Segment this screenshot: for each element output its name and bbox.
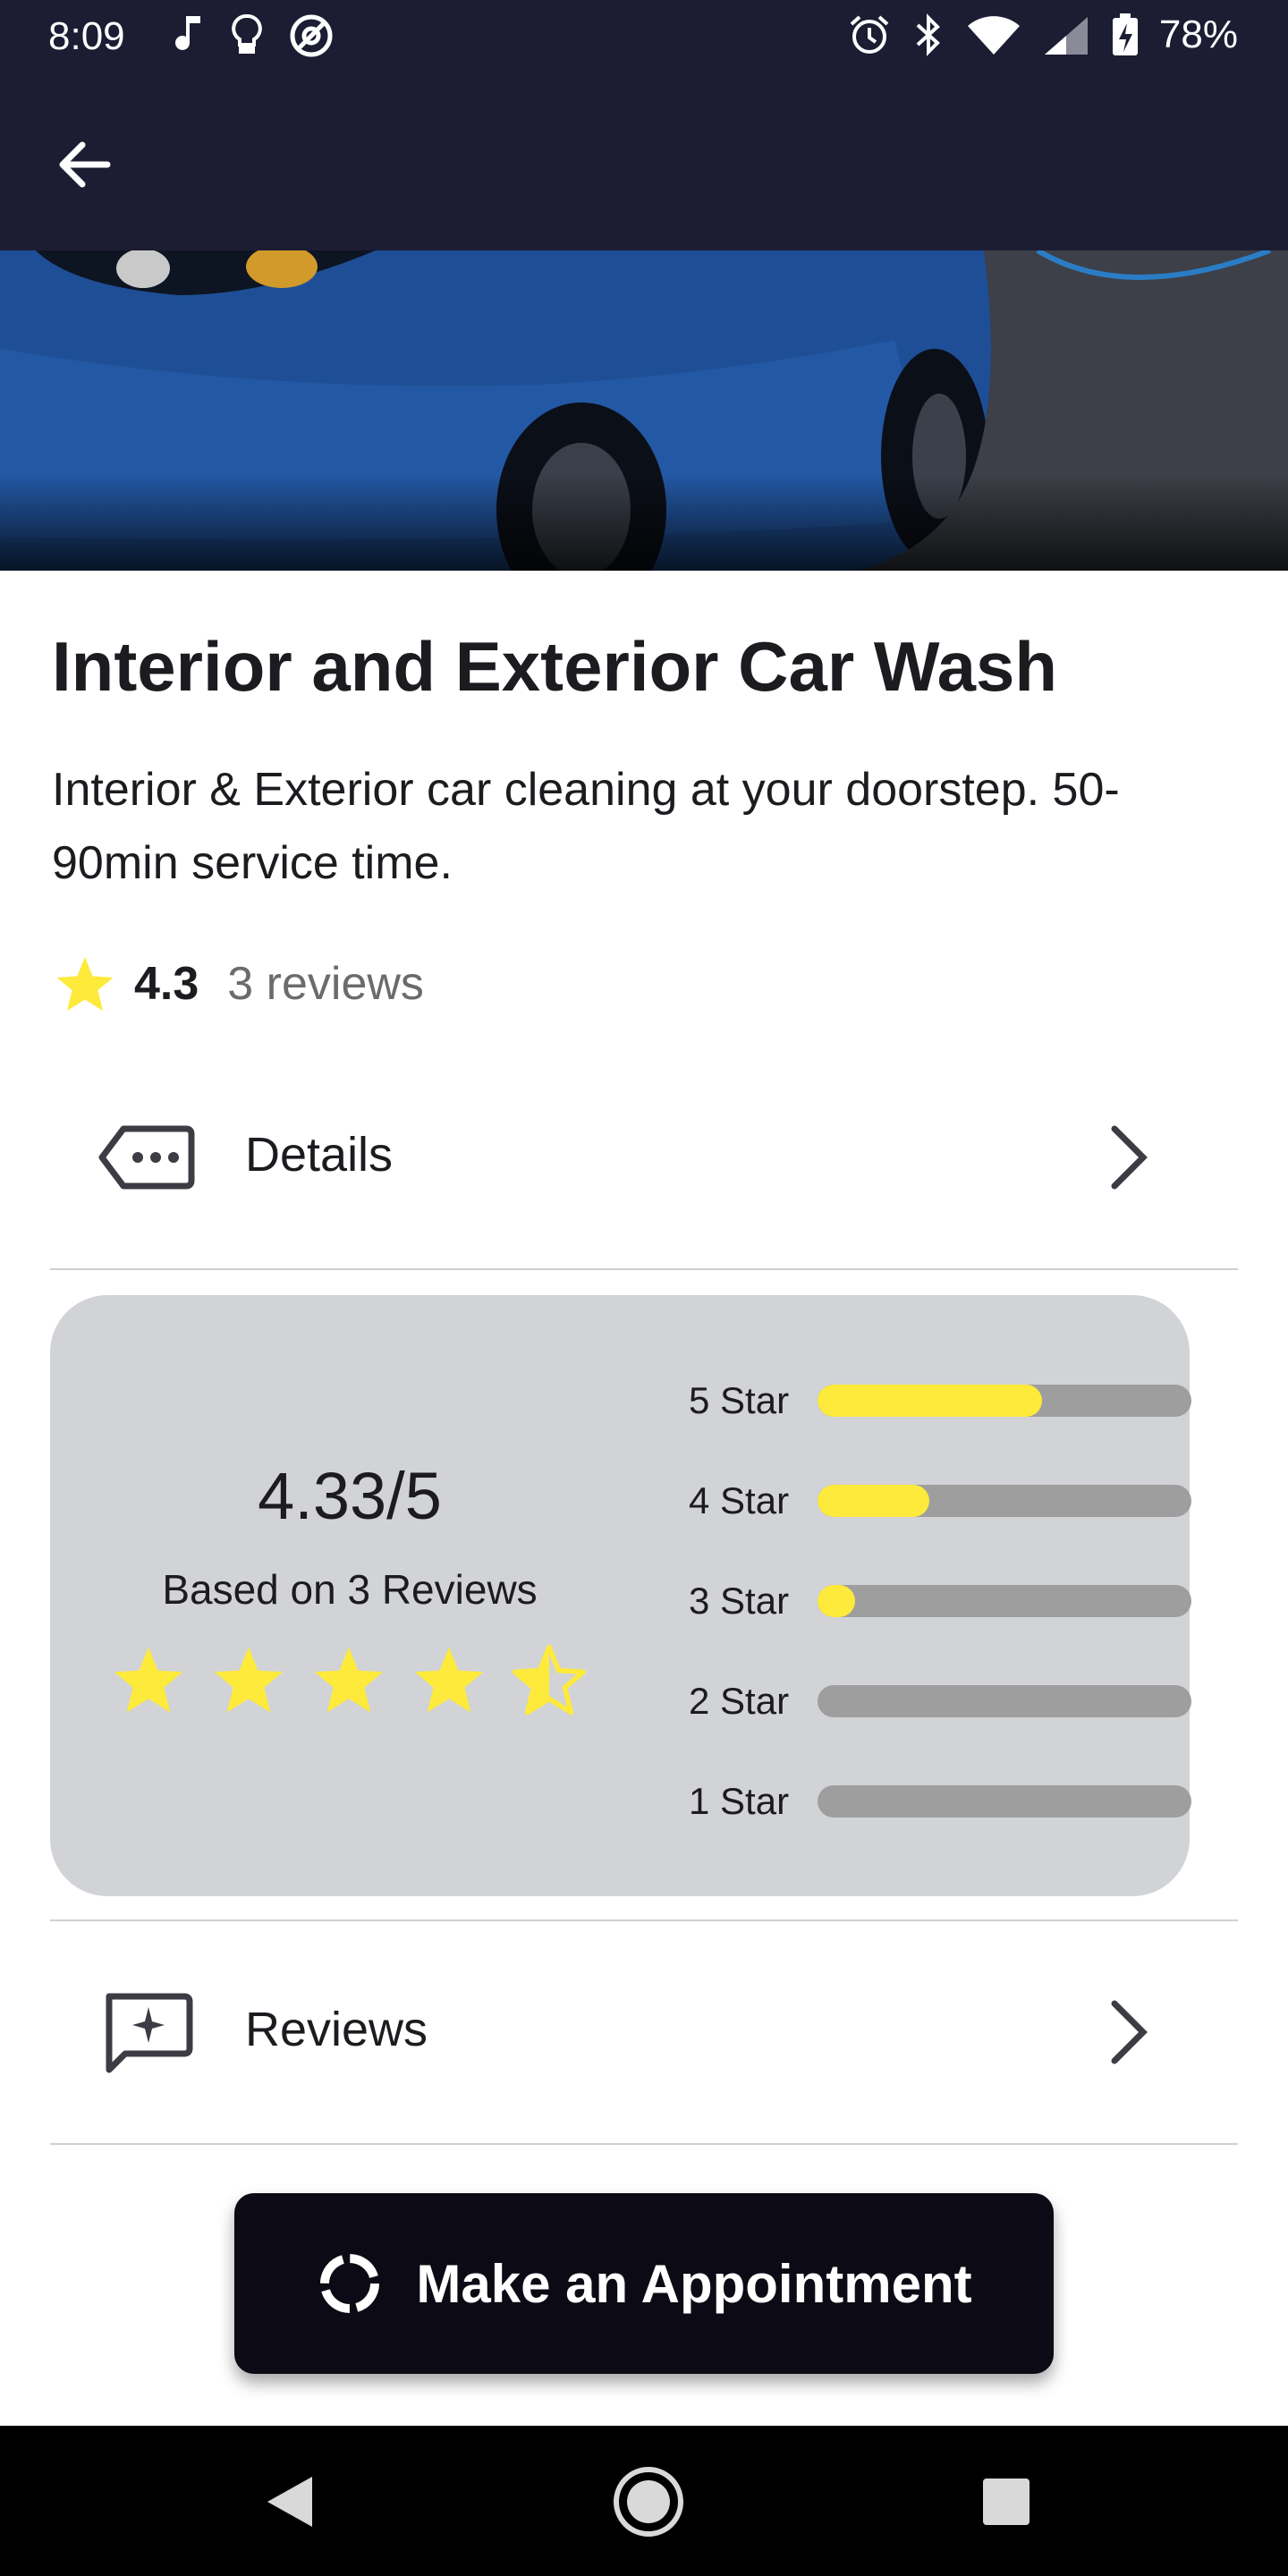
bar-row-5: 5 Star [640, 1368, 1191, 1469]
rating-distribution: 5 Star 4 Star 3 Star 2 Star 1 Star [640, 1368, 1191, 1869]
nav-recents-button[interactable] [968, 2463, 1045, 2540]
system-nav-bar [0, 2426, 1288, 2576]
chevron-right-icon [1111, 2000, 1148, 2064]
service-description: Interior & Exterior car cleaning at your… [52, 764, 1120, 889]
nav-home-button[interactable] [610, 2463, 687, 2540]
bar-fill [818, 1485, 930, 1517]
bar-track [818, 1785, 1191, 1818]
wifi-icon [967, 16, 1020, 55]
status-right-icons: 78% [848, 13, 1238, 57]
rating-summary-row: 4.3 3 reviews [54, 948, 424, 1020]
star-filled-icon [314, 1647, 384, 1713]
status-left-icons [170, 13, 335, 59]
battery-percent: 78% [1158, 13, 1238, 56]
car-photo [0, 250, 1288, 571]
loading-spinner-icon [320, 2254, 380, 2313]
alarm-icon [850, 15, 889, 54]
bar-fill [818, 1585, 855, 1617]
at-sign-icon [290, 14, 333, 57]
divider [50, 1268, 1238, 1270]
ratings-card: 4.33/5 Based on 3 Reviews 5 Star 4 Star … [50, 1295, 1191, 1896]
star-filled-icon [214, 1647, 284, 1713]
rating-value: 4.3 [134, 958, 199, 1010]
average-score: 4.33/5 [258, 1459, 442, 1533]
back-button[interactable] [50, 131, 118, 199]
divider [50, 2143, 1238, 2145]
app-bar [0, 75, 1288, 250]
signal-icon [1044, 17, 1088, 55]
arrow-back-icon [59, 141, 111, 188]
square-recents-icon [983, 2479, 1030, 2525]
lightbulb-icon [232, 14, 262, 54]
score-basis-text: Based on 3 Reviews [162, 1566, 538, 1613]
status-bar: 8:09 78% [0, 0, 1288, 75]
bar-track [818, 1485, 1191, 1517]
bar-row-2: 2 Star [640, 1669, 1191, 1769]
circle-home-icon [614, 2467, 683, 2537]
star-half-icon [512, 1644, 587, 1716]
service-title: Interior and Exterior Car Wash [52, 627, 1058, 706]
bar-label: 3 Star [689, 1580, 790, 1622]
bar-fill [818, 1385, 1042, 1417]
reviews-label: Reviews [245, 2003, 428, 2056]
reviews-row[interactable]: Reviews [50, 1943, 1238, 2122]
bar-track [818, 1385, 1191, 1417]
bar-label: 5 Star [689, 1379, 790, 1421]
bar-row-3: 3 Star [640, 1569, 1191, 1669]
bar-label: 4 Star [689, 1479, 790, 1521]
make-appointment-button[interactable]: Make an Appointment [234, 2193, 1054, 2374]
star-rating [111, 1644, 587, 1716]
triangle-back-icon [267, 2477, 312, 2527]
make-appointment-label: Make an Appointment [416, 2253, 972, 2314]
details-label: Details [245, 1128, 394, 1182]
bar-label: 1 Star [689, 1780, 790, 1822]
battery-charging-icon [1112, 13, 1138, 55]
chevron-right-icon [1111, 1125, 1148, 1190]
hero-image [0, 250, 1288, 571]
nav-back-button[interactable] [252, 2463, 329, 2540]
bar-track [818, 1585, 1191, 1617]
bar-row-1: 1 Star [640, 1769, 1191, 1869]
bar-row-4: 4 Star [640, 1469, 1191, 1569]
label-more-icon [98, 1125, 195, 1190]
music-note-icon [175, 16, 200, 50]
star-filled-icon [114, 1647, 183, 1713]
review-chat-icon [106, 1993, 193, 2073]
star-icon [56, 956, 114, 1012]
star-filled-icon [414, 1647, 484, 1713]
divider [50, 1919, 1238, 1921]
details-row[interactable]: Details [50, 1068, 1238, 1247]
bluetooth-icon [916, 13, 940, 56]
bar-track [818, 1685, 1191, 1717]
status-time: 8:09 [48, 14, 125, 58]
reviews-count: 3 reviews [227, 958, 424, 1010]
bar-label: 2 Star [689, 1680, 790, 1722]
